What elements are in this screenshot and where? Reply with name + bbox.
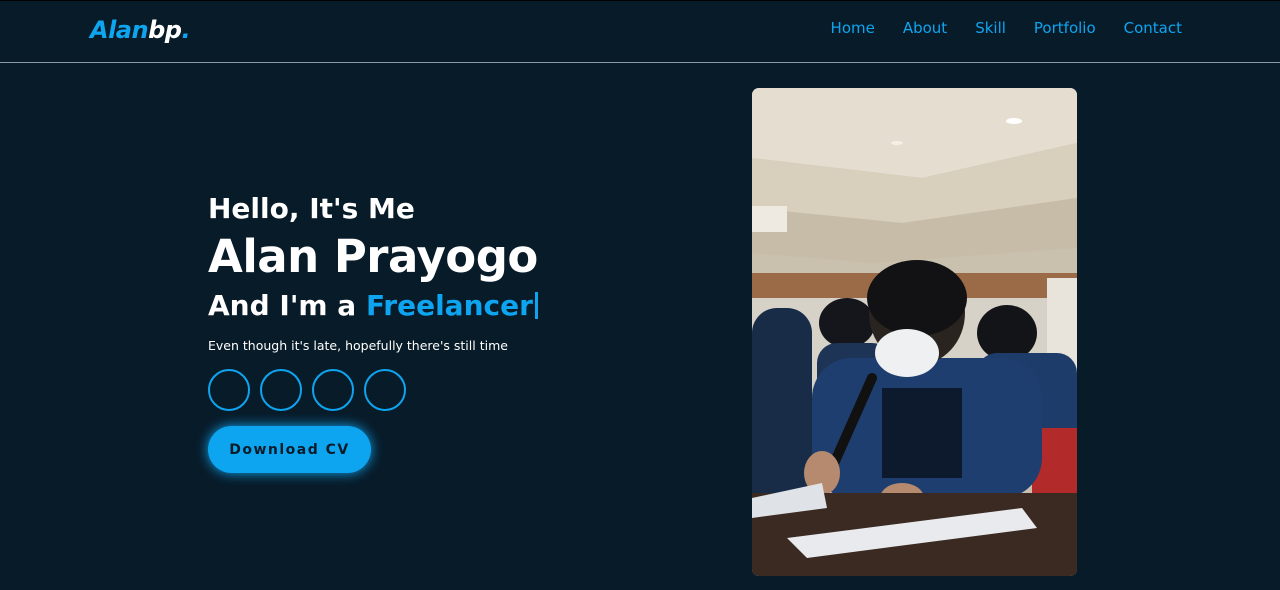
- main-nav: Home About Skill Portfolio Contact: [831, 19, 1182, 37]
- nav-skill[interactable]: Skill: [975, 19, 1006, 37]
- typing-caret: [534, 292, 538, 319]
- hero-role: And I'm a Freelancer: [208, 286, 688, 326]
- site-header: Alanbp. Home About Skill Portfolio Conta…: [0, 0, 1280, 63]
- role-text: Freelancer: [365, 289, 533, 322]
- nav-home[interactable]: Home: [831, 19, 875, 37]
- hero-section: Hello, It's Me Alan Prayogo And I'm a Fr…: [208, 190, 688, 473]
- role-prefix: And I'm a: [208, 289, 366, 322]
- social-links: [208, 369, 688, 411]
- hero-name: Alan Prayogo: [208, 230, 538, 283]
- nav-contact[interactable]: Contact: [1124, 19, 1182, 37]
- nav-portfolio[interactable]: Portfolio: [1034, 19, 1096, 37]
- hero-tagline: Even though it's late, hopefully there's…: [208, 338, 508, 353]
- profile-photo: [752, 88, 1077, 576]
- download-cv-button[interactable]: Download CV: [208, 426, 371, 473]
- social-link-4[interactable]: [364, 369, 406, 411]
- social-link-3[interactable]: [312, 369, 354, 411]
- nav-about[interactable]: About: [903, 19, 947, 37]
- site-logo[interactable]: Alanbp.: [90, 16, 191, 44]
- social-link-2[interactable]: [260, 369, 302, 411]
- greeting: Hello, It's Me: [208, 192, 415, 225]
- social-link-1[interactable]: [208, 369, 250, 411]
- logo-rest: bp: [148, 16, 182, 44]
- logo-accent: Alan: [90, 16, 149, 44]
- logo-dot: .: [181, 16, 191, 44]
